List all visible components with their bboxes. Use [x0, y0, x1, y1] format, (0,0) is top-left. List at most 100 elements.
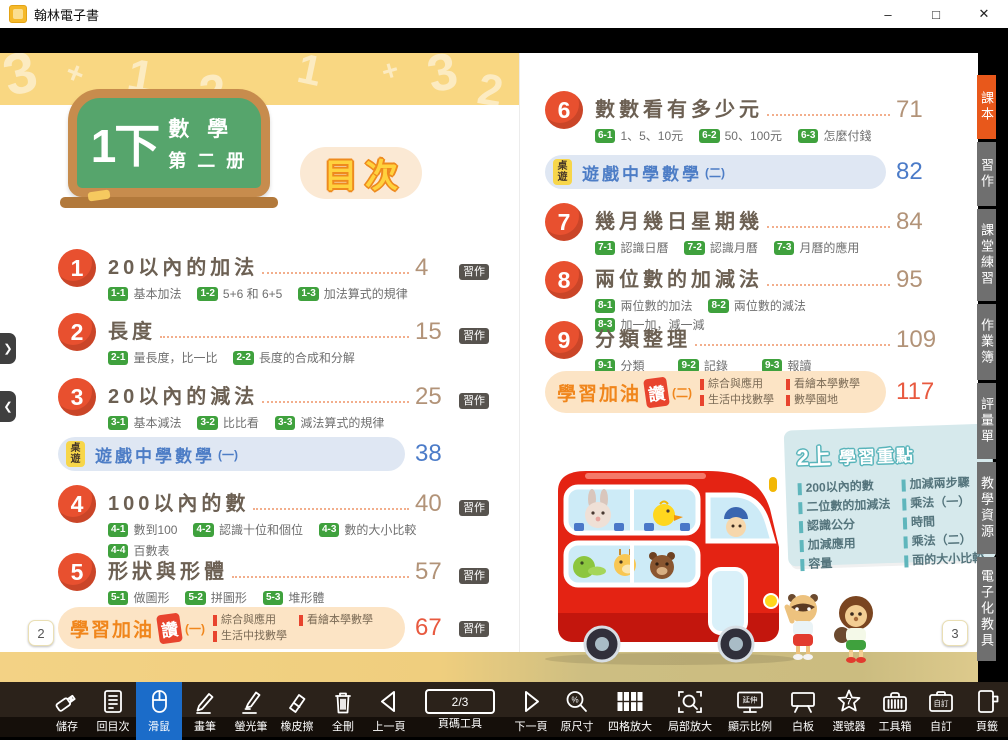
toc-subentry[interactable]: 2-1量長度，比一比: [108, 349, 217, 366]
chapter-title[interactable]: 20以內的減法: [108, 380, 258, 409]
toc-subentry[interactable]: 5-3堆形體: [263, 589, 324, 606]
eraser-tool-button[interactable]: 橡皮擦: [274, 682, 320, 740]
tab-homework-book[interactable]: 作業簿: [977, 304, 996, 380]
toc-entry-chapter-2[interactable]: 2 長度 15 習作 2-1量長度，比一比 2-2長度的合成和分解: [58, 315, 495, 368]
page-indicator[interactable]: 2/3: [425, 689, 495, 714]
highlighter-tool-button[interactable]: 螢光筆: [228, 682, 274, 740]
boost-title: 學習加油: [557, 379, 641, 406]
toc-subentry[interactable]: 3-1基本減法: [108, 414, 181, 431]
original-size-button[interactable]: % 原尺寸: [554, 682, 600, 740]
area-zoom-button[interactable]: 局部放大: [660, 682, 720, 740]
chapter-title[interactable]: 數數看有多少元: [595, 93, 763, 122]
chapter-title[interactable]: 形狀與形體: [108, 555, 228, 584]
chapter-page: 84: [896, 210, 940, 234]
whiteboard-button[interactable]: 白板: [780, 682, 826, 740]
chapter-number: 3: [58, 378, 96, 416]
chapter-title[interactable]: 分類整理: [595, 323, 691, 352]
toc-subentry[interactable]: 3-2比比看: [197, 414, 258, 431]
game-banner-2[interactable]: 桌遊 遊戲中學數學 (二) 82: [545, 155, 940, 189]
chapter-title[interactable]: 幾月幾日星期幾: [595, 205, 763, 234]
highlight-item: 容量: [800, 552, 901, 574]
toc-subentry[interactable]: 6-11、5、10元: [595, 127, 683, 144]
toc-subentry[interactable]: 5-1做圖形: [108, 589, 169, 606]
delete-all-button[interactable]: 全刪: [320, 682, 366, 740]
toc-entry-chapter-7[interactable]: 7 幾月幾日星期幾 84 7-1認識日曆 7-2認識月曆 7-3月曆的應用: [545, 205, 940, 258]
toc-entry-chapter-9[interactable]: 9 分類整理 109 9-1分類 9-2記錄 9-3報讀: [545, 323, 940, 376]
deco-digit: 2: [474, 67, 506, 105]
toc-entry-chapter-6[interactable]: 6 數數看有多少元 71 6-11、5、10元 6-250、100元 6-3怎麼…: [545, 93, 940, 146]
tab-class-practice[interactable]: 課堂練習: [977, 209, 996, 301]
save-button[interactable]: 儲存: [44, 682, 90, 740]
workbook-badge[interactable]: 習作: [459, 326, 495, 344]
tab-teaching-resources[interactable]: 教學資源: [977, 462, 996, 554]
toc-subentry[interactable]: 8-1兩位數的加法: [595, 297, 692, 314]
pen-tool-button[interactable]: 畫筆: [182, 682, 228, 740]
workbook-badge[interactable]: 習作: [459, 566, 495, 584]
chapter-page: 57: [415, 560, 459, 584]
tab-assessment-sheet[interactable]: 評量單: [977, 383, 996, 459]
four-grid-zoom-button[interactable]: 四格放大: [600, 682, 660, 740]
sidebar-expand-arrow[interactable]: ❯: [0, 333, 16, 364]
mouse-tool-button[interactable]: 滑鼠: [136, 682, 182, 740]
zoom-percent-icon: %: [562, 686, 592, 717]
toc-subentry[interactable]: 7-1認識日曆: [595, 239, 668, 256]
toc-entry-chapter-5[interactable]: 5 形狀與形體 57 習作 5-1做圖形 5-2拼圖形 5-3堆形體: [58, 555, 495, 608]
boost-item: 看繪本學數學: [299, 612, 373, 628]
workbook-badge[interactable]: 習作: [459, 619, 495, 637]
toc-subentry[interactable]: 4-2認識十位和個位: [193, 521, 302, 538]
right-page: 6 數數看有多少元 71 6-11、5、10元 6-250、100元 6-3怎麼…: [520, 53, 978, 652]
boost-banner-1[interactable]: 學習加油 讚 (一) 綜合與應用 生活中找數學 看繪本學數學 67 習作: [58, 607, 495, 649]
tab-workbook[interactable]: 習作: [977, 142, 996, 206]
toc-entry-chapter-1[interactable]: 1 20以內的加法 4 習作 1-1基本加法 1-25+6 和 6+5 1-3加…: [58, 251, 495, 304]
workbook-badge[interactable]: 習作: [459, 498, 495, 516]
toolbox-icon: [880, 686, 910, 717]
toc-subentry[interactable]: 6-3怎麼付錢: [798, 127, 871, 144]
maximize-button[interactable]: □: [912, 0, 960, 28]
toc-subentry[interactable]: 1-1基本加法: [108, 285, 181, 302]
boost-part: (二): [672, 384, 692, 401]
toc-entry-chapter-4[interactable]: 4 100以內的數 40 習作 4-1數到100 4-2認識十位和個位 4-3數…: [58, 487, 495, 561]
toc-subentry[interactable]: 8-2兩位數的減法: [708, 297, 805, 314]
toc-subentry[interactable]: 3-3減法算式的規律: [275, 414, 384, 431]
svg-text:自訂: 自訂: [934, 698, 949, 708]
back-to-toc-button[interactable]: 回目次: [90, 682, 136, 740]
toc-subentry[interactable]: 2-2長度的合成和分解: [233, 349, 354, 366]
raccoon-kid: [787, 594, 818, 660]
toc-subentry[interactable]: 5-2拼圖形: [185, 589, 246, 606]
toc-subentry[interactable]: 7-3月曆的應用: [774, 239, 859, 256]
workbook-badge[interactable]: 習作: [459, 262, 495, 280]
chapter-title[interactable]: 長度: [108, 315, 156, 344]
area-zoom-icon: [675, 686, 705, 717]
game-banner-title: 遊戲中學數學: [95, 442, 215, 467]
toc-subentry[interactable]: 1-3加法算式的規律: [298, 285, 407, 302]
chapter-title[interactable]: 100以內的數: [108, 487, 249, 516]
toc-subentry[interactable]: 4-1數到100: [108, 521, 177, 538]
toolbox-button[interactable]: 工具箱: [872, 682, 918, 740]
chapter-title[interactable]: 20以內的加法: [108, 251, 258, 280]
toc-subentry[interactable]: 6-250、100元: [699, 127, 782, 144]
toc-subentry[interactable]: 7-2認識月曆: [684, 239, 757, 256]
tab-textbook[interactable]: 課本: [977, 75, 996, 139]
boost-page: 117: [896, 380, 940, 404]
workbook-badge[interactable]: 習作: [459, 391, 495, 409]
sidebar-collapse-arrow[interactable]: ❮: [0, 391, 16, 422]
custom-button[interactable]: 自訂 自訂: [918, 682, 964, 740]
page-number-tool[interactable]: 2/3 頁碼工具: [412, 682, 508, 740]
toc-subentry[interactable]: 1-25+6 和 6+5: [197, 285, 282, 302]
close-button[interactable]: ✕: [960, 0, 1008, 28]
minimize-button[interactable]: –: [864, 0, 912, 28]
next-page-button[interactable]: 下一頁: [508, 682, 554, 740]
number-picker-button[interactable]: 7 選號器: [826, 682, 872, 740]
toc-entry-chapter-3[interactable]: 3 20以內的減法 25 習作 3-1基本減法 3-2比比看 3-3減法算式的規…: [58, 380, 495, 433]
toc-subentry[interactable]: 4-3數的大小比較: [319, 521, 416, 538]
display-scale-button[interactable]: 延伸 顯示比例: [720, 682, 780, 740]
tab-digital-tools[interactable]: 電子化教具: [977, 557, 996, 661]
deco-digit: +: [61, 57, 88, 91]
game-banner-1[interactable]: 桌遊 遊戲中學數學 (一) 38: [58, 437, 495, 471]
boost-banner-2[interactable]: 學習加油 讚 (二) 綜合與應用 生活中找數學 看繪本學數學 數學園地 117: [545, 371, 940, 413]
page-tab-button[interactable]: 頁籤: [964, 682, 1008, 740]
chapter-title[interactable]: 兩位數的加減法: [595, 263, 763, 292]
chapter-number: 9: [545, 321, 583, 359]
boost-stamp: 讚: [643, 376, 670, 408]
previous-page-button[interactable]: 上一頁: [366, 682, 412, 740]
